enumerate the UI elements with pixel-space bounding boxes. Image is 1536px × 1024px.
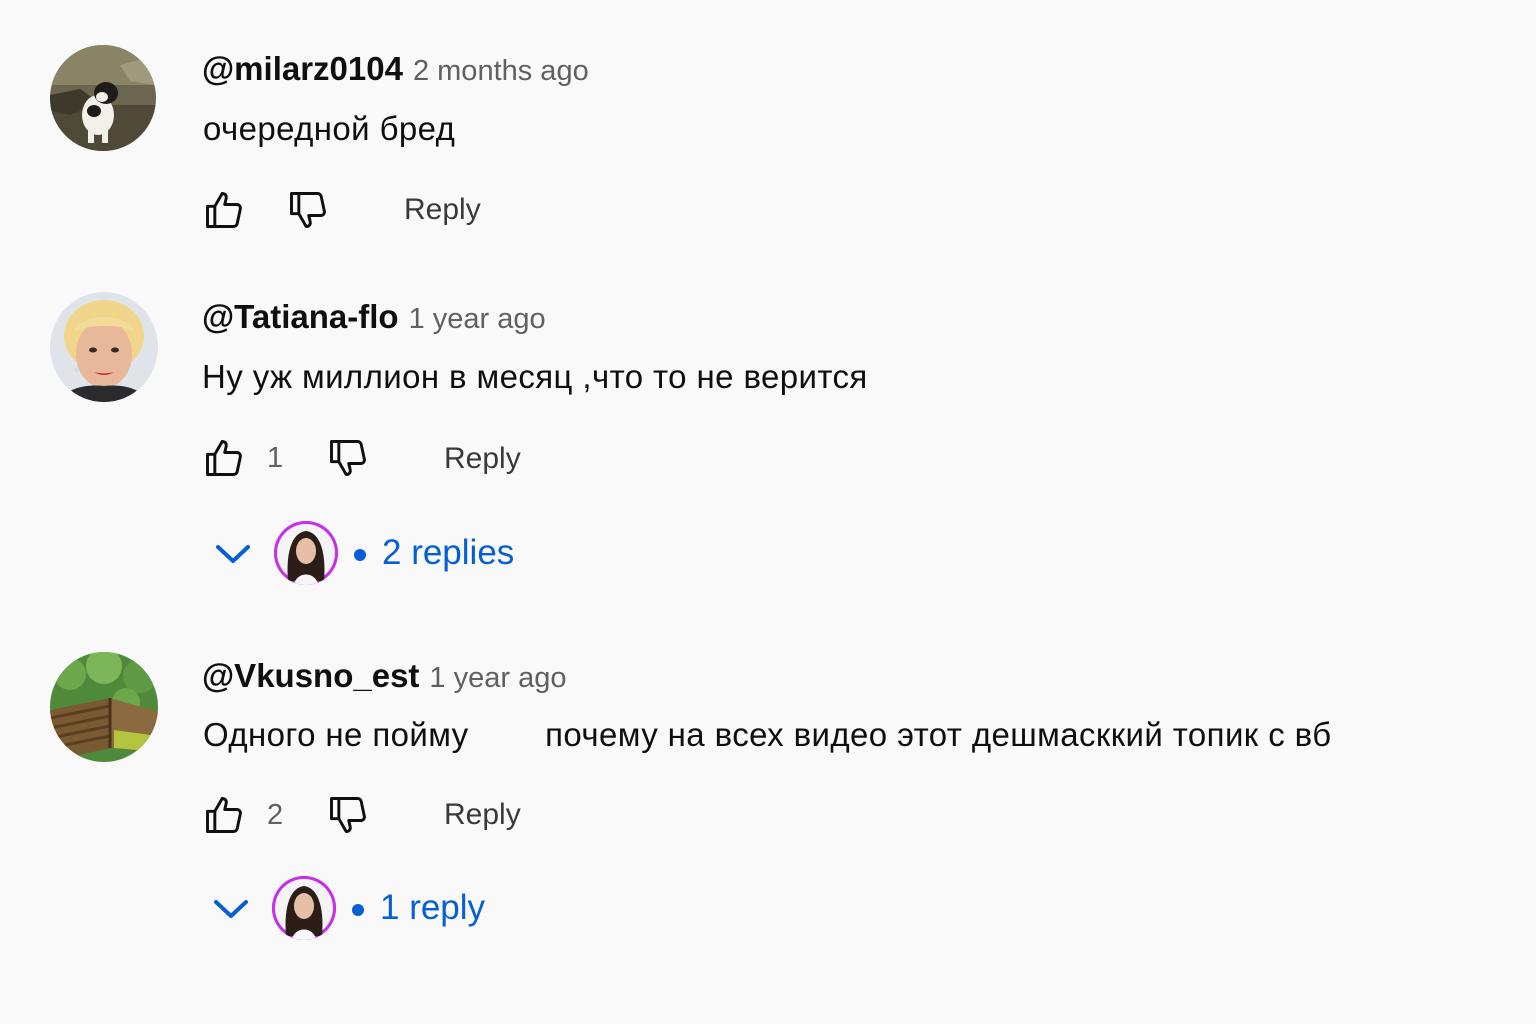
replies-count-label[interactable]: 1 reply	[380, 888, 485, 928]
comment-header: @Vkusno_est 1 year ago	[202, 657, 566, 695]
creator-avatar	[274, 521, 338, 585]
comment-header: @milarz0104 2 months ago	[202, 50, 589, 88]
comment-timestamp[interactable]: 1 year ago	[429, 662, 566, 694]
commenter-avatar[interactable]	[50, 652, 158, 762]
comment-text: очередной бред	[203, 110, 456, 147]
comment-author-handle[interactable]: @Tatiana-flo	[202, 298, 399, 335]
separator-dot	[354, 549, 366, 561]
thumbs-up-icon	[206, 440, 242, 476]
comment-author-handle[interactable]: @milarz0104	[202, 50, 403, 87]
like-button[interactable]	[202, 436, 246, 480]
creator-photo-avatar	[274, 521, 338, 585]
comment-text: Одного не пойму почему на всех видео это…	[203, 716, 1332, 753]
thumbs-down-icon	[330, 440, 366, 476]
thumbs-down-icon	[290, 192, 326, 228]
dislike-button[interactable]	[286, 188, 330, 232]
creator-photo-avatar	[272, 876, 336, 940]
commenter-avatar[interactable]	[50, 292, 158, 402]
garden-bed-photo-avatar	[50, 652, 158, 762]
thumbs-up-icon	[206, 797, 242, 833]
comment-timestamp[interactable]: 1 year ago	[409, 303, 546, 335]
comment-author-handle[interactable]: @Vkusno_est	[202, 657, 419, 694]
thumbs-down-icon	[330, 797, 366, 833]
dislike-button[interactable]	[326, 436, 370, 480]
like-button[interactable]	[202, 793, 246, 837]
reply-button[interactable]: Reply	[404, 193, 481, 227]
chevron-down-icon	[214, 539, 252, 569]
reply-button[interactable]: Reply	[444, 798, 521, 832]
comment-text: Ну уж миллион в месяц ,что то не верится	[202, 358, 868, 395]
dislike-button[interactable]	[326, 793, 370, 837]
comment-header: @Tatiana-flo 1 year ago	[202, 298, 546, 336]
comment-timestamp[interactable]: 2 months ago	[413, 55, 589, 87]
creator-avatar	[272, 876, 336, 940]
reply-button[interactable]: Reply	[444, 442, 521, 476]
like-count: 1	[267, 442, 284, 474]
thumbs-up-icon	[206, 192, 242, 228]
chevron-down-icon	[212, 894, 250, 924]
woman-photo-avatar	[50, 292, 158, 402]
like-button[interactable]	[202, 188, 246, 232]
view-replies-button[interactable]: 2 replies	[214, 521, 534, 587]
dog-photo-avatar	[50, 45, 156, 151]
separator-dot	[352, 904, 364, 916]
view-replies-button[interactable]: 1 reply	[212, 876, 512, 942]
commenter-avatar[interactable]	[50, 45, 156, 151]
like-count: 2	[267, 799, 284, 831]
replies-count-label[interactable]: 2 replies	[382, 533, 514, 573]
